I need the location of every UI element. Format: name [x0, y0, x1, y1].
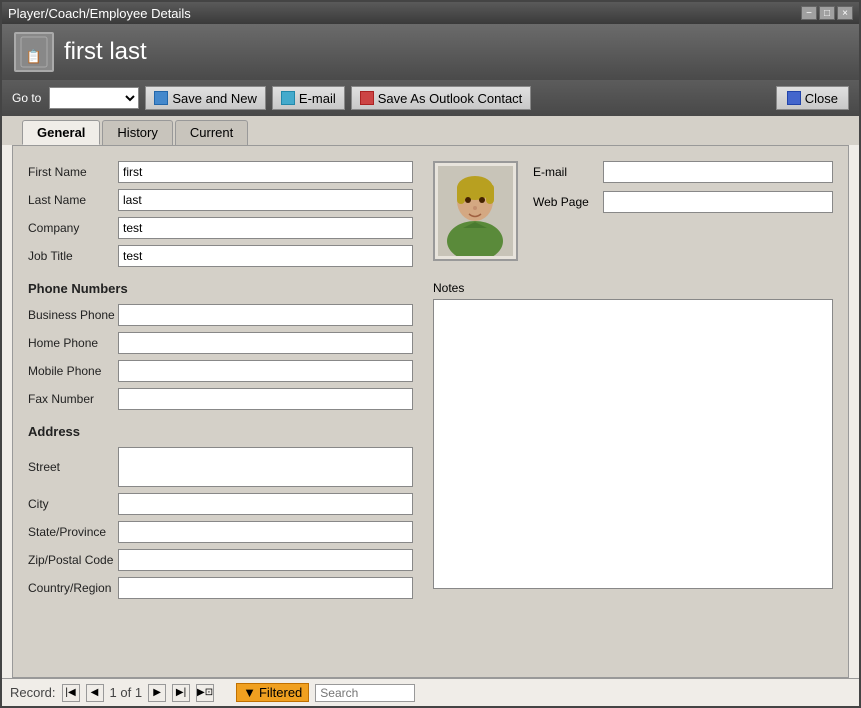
mobile-phone-input[interactable] [118, 360, 413, 382]
company-row: Company [28, 217, 413, 239]
save-new-icon [154, 91, 168, 105]
extra-nav-button[interactable]: ▶⊡ [196, 684, 214, 702]
city-row: City [28, 493, 413, 515]
save-new-label: Save and New [172, 91, 257, 106]
zip-label: Zip/Postal Code [28, 553, 118, 567]
tab-current[interactable]: Current [175, 120, 248, 145]
goto-label: Go to [12, 91, 41, 105]
city-label: City [28, 497, 118, 511]
web-page-row: Web Page [533, 191, 833, 213]
company-input[interactable] [118, 217, 413, 239]
last-name-label: Last Name [28, 193, 118, 207]
fax-number-label: Fax Number [28, 392, 118, 406]
toolbar: Go to Save and New E-mail Save As Outloo… [2, 80, 859, 116]
record-label: Record: [10, 685, 56, 700]
first-name-input[interactable] [118, 161, 413, 183]
close-button[interactable]: Close [776, 86, 849, 110]
zip-row: Zip/Postal Code [28, 549, 413, 571]
photo-area [433, 161, 518, 261]
web-page-label: Web Page [533, 195, 603, 209]
tab-history[interactable]: History [102, 120, 172, 145]
next-record-button[interactable]: ▶ [148, 684, 166, 702]
header-title: first last [64, 38, 147, 66]
email-field-label: E-mail [533, 165, 603, 179]
restore-button[interactable]: □ [819, 6, 835, 20]
save-new-button[interactable]: Save and New [145, 86, 266, 110]
minimize-button[interactable]: − [801, 6, 817, 20]
close-icon [787, 91, 801, 105]
email-input[interactable] [603, 161, 833, 183]
home-phone-input[interactable] [118, 332, 413, 354]
filtered-badge: ▼ Filtered [236, 683, 309, 702]
address-section-title: Address [28, 424, 413, 439]
company-label: Company [28, 221, 118, 235]
filter-icon: ▼ [243, 685, 256, 700]
notes-label: Notes [433, 281, 833, 295]
right-top: E-mail Web Page [433, 161, 833, 271]
tabs-bar: General History Current [2, 116, 859, 145]
right-panel: E-mail Web Page Notes [433, 161, 833, 662]
status-bar: Record: |◀ ◀ 1 of 1 ▶ ▶| ▶⊡ ▼ Filtered [2, 678, 859, 706]
prev-record-button[interactable]: ◀ [86, 684, 104, 702]
state-label: State/Province [28, 525, 118, 539]
first-record-button[interactable]: |◀ [62, 684, 80, 702]
goto-select[interactable] [49, 87, 139, 109]
zip-input[interactable] [118, 549, 413, 571]
right-fields: E-mail Web Page [533, 161, 833, 271]
job-title-label: Job Title [28, 249, 118, 263]
save-outlook-button[interactable]: Save As Outlook Contact [351, 86, 532, 110]
web-page-input[interactable] [603, 191, 833, 213]
mobile-phone-label: Mobile Phone [28, 364, 118, 378]
last-record-button[interactable]: ▶| [172, 684, 190, 702]
email-icon [281, 91, 295, 105]
close-label: Close [805, 91, 838, 106]
fax-number-input[interactable] [118, 388, 413, 410]
left-panel: First Name Last Name Company Job Title P… [28, 161, 413, 662]
outlook-icon [360, 91, 374, 105]
email-button[interactable]: E-mail [272, 86, 345, 110]
tab-general[interactable]: General [22, 120, 100, 145]
notes-input[interactable] [433, 299, 833, 589]
title-bar-controls: − □ × [801, 6, 853, 20]
country-label: Country/Region [28, 581, 118, 595]
mobile-phone-row: Mobile Phone [28, 360, 413, 382]
first-name-row: First Name [28, 161, 413, 183]
business-phone-label: Business Phone [28, 308, 118, 322]
fax-number-row: Fax Number [28, 388, 413, 410]
header-icon: 📋 [14, 32, 54, 72]
home-phone-row: Home Phone [28, 332, 413, 354]
svg-text:📋: 📋 [26, 49, 42, 64]
first-name-label: First Name [28, 165, 118, 179]
close-window-button[interactable]: × [837, 6, 853, 20]
save-outlook-label: Save As Outlook Contact [378, 91, 523, 106]
main-window: Player/Coach/Employee Details − □ × 📋 fi… [0, 0, 861, 708]
last-name-input[interactable] [118, 189, 413, 211]
phone-section-title: Phone Numbers [28, 281, 413, 296]
record-info: 1 of 1 [110, 685, 143, 700]
city-input[interactable] [118, 493, 413, 515]
search-input[interactable] [315, 684, 415, 702]
street-label: Street [28, 460, 118, 474]
business-phone-row: Business Phone [28, 304, 413, 326]
email-row: E-mail [533, 161, 833, 183]
email-label: E-mail [299, 91, 336, 106]
country-input[interactable] [118, 577, 413, 599]
filtered-label: Filtered [259, 685, 302, 700]
job-title-row: Job Title [28, 245, 413, 267]
state-input[interactable] [118, 521, 413, 543]
main-content: First Name Last Name Company Job Title P… [12, 145, 849, 678]
business-phone-input[interactable] [118, 304, 413, 326]
home-phone-label: Home Phone [28, 336, 118, 350]
header: 📋 first last [2, 24, 859, 80]
title-bar: Player/Coach/Employee Details − □ × [2, 2, 859, 24]
country-row: Country/Region [28, 577, 413, 599]
street-row: Street [28, 447, 413, 487]
last-name-row: Last Name [28, 189, 413, 211]
street-input[interactable] [118, 447, 413, 487]
job-title-input[interactable] [118, 245, 413, 267]
state-row: State/Province [28, 521, 413, 543]
window-title: Player/Coach/Employee Details [8, 6, 801, 21]
